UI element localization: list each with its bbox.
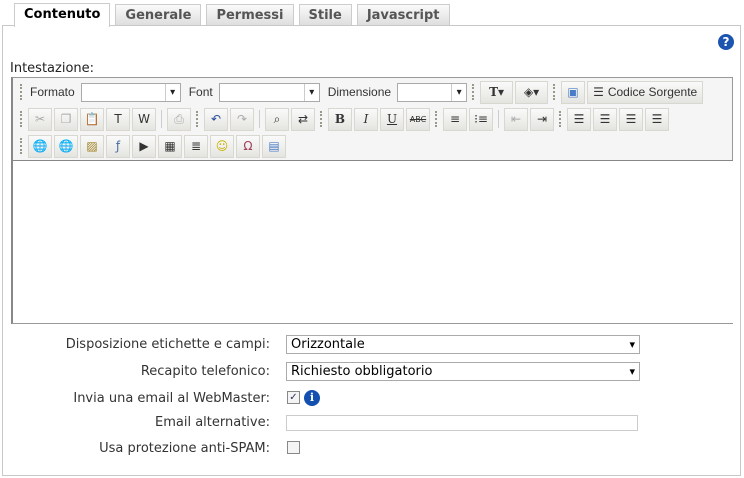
replace-icon[interactable]: ⇄ <box>291 107 315 131</box>
table-icon[interactable]: ▦ <box>158 134 182 158</box>
source-icon: ☰ <box>593 85 604 99</box>
bulleted-list-icon[interactable]: ⁝≡ <box>469 107 493 131</box>
alt-email-input[interactable] <box>286 415 638 431</box>
tab-javascript[interactable]: Javascript <box>356 4 450 26</box>
print-icon[interactable]: ⎙ <box>167 107 191 131</box>
tab-generale[interactable]: Generale <box>115 4 202 26</box>
source-label: Codice Sorgente <box>607 85 698 99</box>
phone-label: Recapito telefonico: <box>140 364 270 379</box>
toolbar-grip[interactable] <box>320 111 323 127</box>
image-icon[interactable]: ▨ <box>80 134 104 158</box>
smiley-icon[interactable]: ☺ <box>210 134 234 158</box>
maximize-icon[interactable]: ▣ <box>561 80 586 104</box>
toolbar-grip[interactable] <box>472 84 475 100</box>
format-label: Formato <box>30 85 75 99</box>
layout-row: Disposizione etichette e campi: Orizzont… <box>0 335 740 355</box>
toolbar-row-1: Formato Font Dimensione T▾ ◈▾ ▣ ☰Codice … <box>17 80 704 104</box>
toolbar-grip[interactable] <box>196 111 199 127</box>
copy-icon[interactable]: ❐ <box>54 107 78 131</box>
align-left-icon[interactable]: ☰ <box>567 107 591 131</box>
undo-icon[interactable]: ↶ <box>204 107 228 131</box>
font-label: Font <box>188 85 213 99</box>
numbered-list-icon[interactable]: ≡ <box>443 107 467 131</box>
horizontal-rule-icon[interactable]: ≣ <box>184 134 208 158</box>
redo-icon[interactable]: ↷ <box>230 107 254 131</box>
align-right-icon[interactable]: ☰ <box>619 107 643 131</box>
webmaster-label: Invia una email al WebMaster: <box>73 391 270 406</box>
webmaster-checkbox[interactable]: ✓ <box>287 391 300 404</box>
separator <box>161 110 162 128</box>
toolbar-grip[interactable] <box>20 138 23 154</box>
size-label: Dimensione <box>327 85 392 99</box>
paste-text-icon[interactable]: T <box>106 107 130 131</box>
italic-button[interactable]: I <box>354 107 378 131</box>
cut-icon[interactable]: ✂ <box>28 107 52 131</box>
media-icon[interactable]: ▶ <box>132 134 156 158</box>
toolbar-grip[interactable] <box>553 84 556 100</box>
phone-select[interactable]: Richiesto obbligatorio <box>286 362 640 381</box>
separator <box>498 110 499 128</box>
tab-contenuto[interactable]: Contenuto <box>14 3 111 27</box>
antispam-checkbox[interactable] <box>287 441 300 454</box>
paste-word-icon[interactable]: W <box>132 107 156 131</box>
rich-text-editor: Formato Font Dimensione T▾ ◈▾ ▣ ☰Codice … <box>11 77 733 324</box>
heading-label: Intestazione: <box>10 61 95 76</box>
alt-email-label: Email alternative: <box>155 415 270 430</box>
toolbar-grip[interactable] <box>435 111 438 127</box>
antispam-label: Usa protezione anti-SPAM: <box>99 441 270 456</box>
toolbar-grip[interactable] <box>20 111 23 127</box>
background-color-icon[interactable]: ◈▾ <box>515 80 549 104</box>
source-code-button[interactable]: ☰ Codice Sorgente <box>587 80 704 104</box>
toolbar-row-3: 🌐 🌐 ▨ ƒ ▶ ▦ ≣ ☺ Ω ▤ <box>17 134 286 158</box>
link-icon[interactable]: 🌐 <box>28 134 52 158</box>
special-char-icon[interactable]: Ω <box>236 134 260 158</box>
tab-bar: Contenuto Generale Permessi Stile Javasc… <box>14 3 450 27</box>
info-icon[interactable]: i <box>304 390 320 406</box>
find-icon[interactable]: ⌕ <box>265 107 289 131</box>
help-icon[interactable]: ? <box>718 34 734 50</box>
tab-stile[interactable]: Stile <box>298 4 352 26</box>
toolbar-grip[interactable] <box>559 111 562 127</box>
page-break-icon[interactable]: ▤ <box>262 134 286 158</box>
toolbar-row-2: ✂ ❐ 📋 T W ⎙ ↶ ↷ ⌕ ⇄ B I U ABC ≡ ⁝≡ ⇤ ⇥ ☰… <box>17 107 669 131</box>
unlink-icon[interactable]: 🌐 <box>54 134 78 158</box>
layout-label: Disposizione etichette e campi: <box>65 337 270 352</box>
format-dropdown[interactable] <box>80 82 181 102</box>
text-color-icon[interactable]: T▾ <box>480 80 514 104</box>
indent-icon[interactable]: ⇥ <box>530 107 554 131</box>
editor-content-area[interactable] <box>13 160 733 323</box>
tab-permessi[interactable]: Permessi <box>206 4 294 26</box>
flash-icon[interactable]: ƒ <box>106 134 130 158</box>
layout-select[interactable]: Orizzontale <box>286 335 640 354</box>
outdent-icon[interactable]: ⇤ <box>504 107 528 131</box>
size-dropdown[interactable] <box>397 82 468 102</box>
strikethrough-button[interactable]: ABC <box>406 107 430 131</box>
underline-button[interactable]: U <box>380 107 404 131</box>
font-dropdown[interactable] <box>218 82 320 102</box>
paste-icon[interactable]: 📋 <box>80 107 104 131</box>
align-justify-icon[interactable]: ☰ <box>645 107 669 131</box>
separator <box>259 110 260 128</box>
antispam-row: Usa protezione anti-SPAM: <box>0 439 740 459</box>
align-center-icon[interactable]: ☰ <box>593 107 617 131</box>
bold-button[interactable]: B <box>328 107 352 131</box>
toolbar-grip[interactable] <box>20 84 23 100</box>
phone-row: Recapito telefonico: Richiesto obbligato… <box>0 362 740 382</box>
webmaster-row: Invia una email al WebMaster: ✓ i <box>0 389 740 409</box>
alt-email-row: Email alternative: <box>0 413 740 433</box>
